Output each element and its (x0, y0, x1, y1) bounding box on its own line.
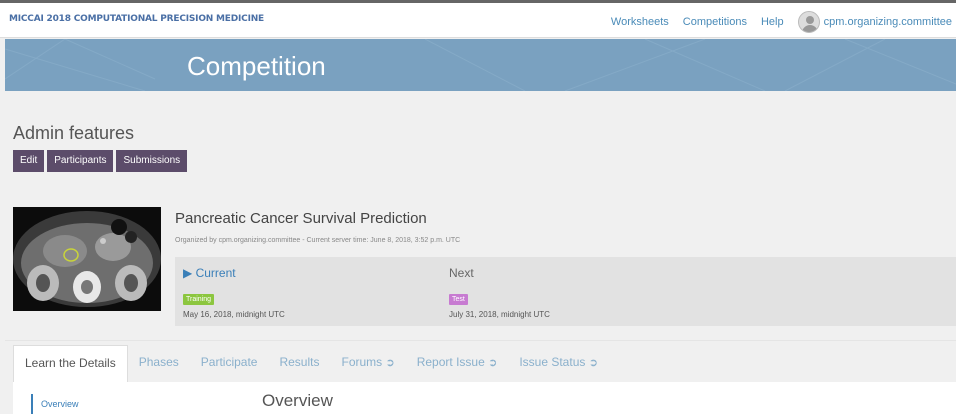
sidebar-item-overview[interactable]: Overview (31, 394, 245, 414)
tab-label: Report Issue (416, 355, 485, 369)
next-phase-date: July 31, 2018, midnight UTC (449, 310, 550, 319)
site-brand[interactable]: MICCAI 2018 COMPUTATIONAL PRECISION MEDI… (9, 14, 264, 24)
nav-help[interactable]: Help (761, 16, 784, 28)
tab-forums[interactable]: Forums ➲ (330, 345, 405, 382)
external-link-icon: ➲ (488, 357, 498, 369)
next-phase: Next Test July 31, 2018, midnight UTC (449, 266, 550, 319)
tab-participate[interactable]: Participate (190, 345, 269, 382)
admin-buttons: Edit Participants Submissions (13, 150, 190, 172)
tab-learn-the-details[interactable]: Learn the Details (13, 345, 128, 382)
submissions-button[interactable]: Submissions (116, 150, 188, 172)
tab-label: Learn the Details (25, 356, 116, 370)
nav-worksheets[interactable]: Worksheets (611, 16, 669, 28)
competition-logo-image (13, 207, 161, 311)
user-menu-link[interactable]: cpm.organizing.committee (824, 16, 952, 28)
tab-phases[interactable]: Phases (128, 345, 190, 382)
tab-report-issue[interactable]: Report Issue ➲ (406, 345, 509, 382)
competition-title: Pancreatic Cancer Survival Prediction (175, 210, 427, 227)
top-navbar: MICCAI 2018 COMPUTATIONAL PRECISION MEDI… (0, 0, 956, 38)
competition-tabs-area: Learn the Details Phases Participate Res… (5, 340, 956, 414)
details-panel: Overview Overview (13, 382, 956, 414)
competition-tabs: Learn the Details Phases Participate Res… (13, 345, 609, 382)
top-nav: Worksheets Competitions Help cpm.organiz… (611, 11, 952, 33)
sidebar-item-label: Overview (41, 399, 79, 409)
tab-label: Issue Status (519, 355, 586, 369)
section-heading: Overview (262, 391, 333, 410)
banner-pattern (5, 39, 956, 91)
banner-title: Competition (187, 51, 326, 81)
tab-results[interactable]: Results (268, 345, 330, 382)
admin-features-heading: Admin features (13, 123, 135, 143)
external-link-icon: ➲ (385, 357, 395, 369)
tab-label: Forums (341, 355, 383, 369)
tab-label: Results (279, 355, 320, 369)
training-badge: Training (183, 294, 215, 305)
next-phase-label: Next (449, 266, 474, 280)
user-avatar-icon[interactable] (797, 11, 820, 33)
phase-summary: ▶ Current Training May 16, 2018, midnigh… (175, 257, 956, 326)
tab-label: Phases (138, 355, 179, 369)
participants-button[interactable]: Participants (47, 150, 114, 172)
competition-header: Pancreatic Cancer Survival Prediction Or… (5, 196, 956, 332)
competition-meta: Organized by cpm.organizing.committee - … (175, 237, 461, 244)
tab-label: Participate (200, 355, 258, 369)
current-phase-label: ▶ Current (183, 266, 236, 280)
nav-competitions[interactable]: Competitions (683, 16, 747, 28)
page-banner: Competition (5, 39, 956, 91)
current-phase: ▶ Current Training May 16, 2018, midnigh… (183, 266, 285, 319)
current-phase-date: May 16, 2018, midnight UTC (183, 310, 285, 319)
edit-button[interactable]: Edit (13, 150, 45, 172)
external-link-icon: ➲ (588, 357, 598, 369)
test-badge: Test (449, 294, 468, 305)
tab-issue-status[interactable]: Issue Status ➲ (508, 345, 609, 382)
